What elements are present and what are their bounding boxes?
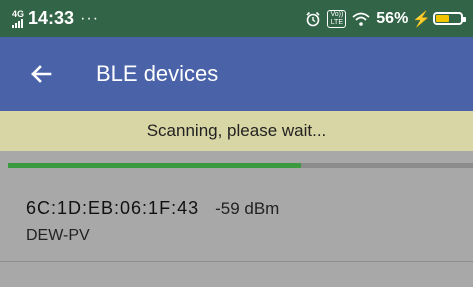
status-bar-left: 4G 14:33 ··· — [12, 8, 99, 29]
charging-icon: ⚡ — [412, 10, 431, 28]
wifi-icon — [352, 12, 370, 26]
scan-progress-bar — [8, 163, 473, 168]
page-title: BLE devices — [96, 61, 219, 86]
alarm-icon — [306, 11, 321, 26]
clock: 14:33 — [28, 8, 75, 28]
app-bar: BLE devices — [0, 37, 473, 111]
list-divider — [0, 261, 473, 262]
arrow-left-icon[interactable] — [26, 59, 56, 89]
scan-status-text: Scanning, please wait... — [146, 121, 327, 140]
device-header: 6C:1D:EB:06:1F:43 -59 dBm — [26, 198, 473, 219]
network-type: 4G — [12, 8, 25, 19]
volte-bottom-label: LTE — [330, 18, 344, 26]
device-name: DEW-PV — [26, 227, 90, 244]
status-bar-right: Vo)) LTE 56% ⚡ — [305, 9, 466, 28]
status-bar: 4G 14:33 ··· Vo)) LTE 56% ⚡ — [0, 0, 473, 37]
volte-icon: Vo)) LTE — [327, 9, 347, 28]
more-notifications-icon: ··· — [80, 9, 100, 27]
battery-level-fill — [436, 15, 449, 22]
scan-status-banner: Scanning, please wait... — [0, 111, 473, 151]
device-rssi: -59 dBm — [215, 199, 280, 218]
battery-icon — [433, 12, 466, 25]
network-indicator: 4G — [12, 8, 25, 28]
battery-tip — [463, 17, 466, 22]
device-list-item[interactable]: 6C:1D:EB:06:1F:43 -59 dBm DEW-PV — [0, 184, 473, 262]
battery-percentage: 56% — [376, 9, 409, 27]
volte-top-label: Vo)) — [330, 10, 344, 18]
signal-icon — [12, 18, 23, 28]
scan-progress-fill — [8, 163, 301, 168]
device-address: 6C:1D:EB:06:1F:43 — [26, 198, 200, 218]
